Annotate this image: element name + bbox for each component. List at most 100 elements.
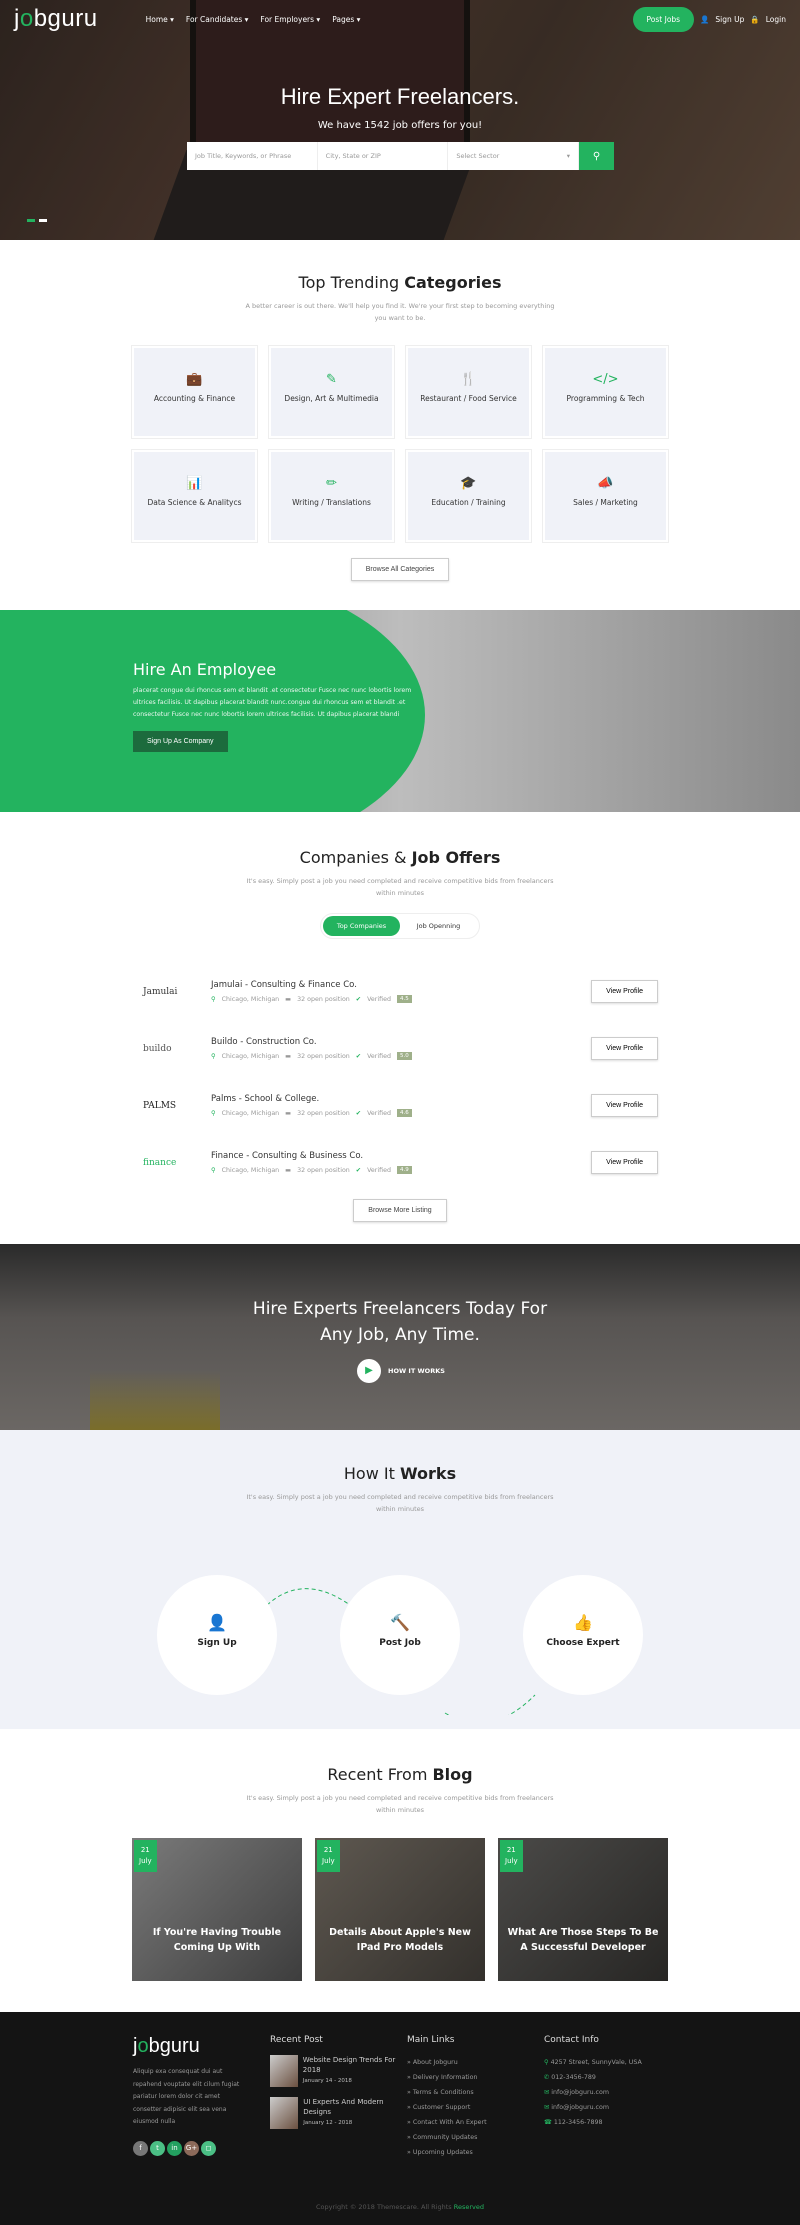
view-profile-button[interactable]: View Profile [591,1151,658,1174]
footer-link[interactable]: About Jobguru [407,2055,544,2070]
company-name[interactable]: Palms - School & College. [211,1094,591,1104]
footer-logo[interactable]: jobguru [133,2035,270,2058]
email[interactable]: ✉ info@jobguru.com [544,2085,672,2100]
check-icon: ✔ [355,1166,362,1174]
recent-post[interactable]: Website Design Trends For 2018 January 14… [270,2055,407,2087]
fax-icon: ☎ [544,2119,554,2126]
rating-badge: 4.5 [396,995,412,1003]
section-title: Companies & Job Offers [299,848,501,867]
recent-post[interactable]: UI Experts And Modern Designs January 12 … [270,2097,407,2129]
category-card[interactable]: 🎓 Education / Training [406,450,531,542]
company-logo[interactable]: buildo [143,1044,199,1054]
category-card[interactable]: ✎ Design, Art & Multimedia [269,346,394,438]
blog-card[interactable]: 21 July If You're Having Trouble Coming Up… [132,1838,302,1981]
blog-card[interactable]: 21 July Details About Apple's New IPad Pro… [315,1838,485,1981]
company-name[interactable]: Buildo - Construction Co. [211,1037,591,1047]
footer-link[interactable]: Community Updates [407,2130,544,2145]
location-input[interactable]: City, State or ZIP [318,142,449,170]
footer-heading: Main Links [407,2035,455,2045]
company-row: finance Finance - Consulting & Business C… [143,1134,658,1191]
pencil-icon: ✏ [326,476,337,491]
company-row: PALMS Palms - School & College. ⚲ Chicago, … [143,1077,658,1134]
twitter-icon[interactable]: t [150,2140,165,2156]
sign-up-link[interactable]: Sign Up [715,15,744,24]
footer-link[interactable]: Upcoming Updates [407,2145,544,2160]
footer-link[interactable]: Delivery Information [407,2070,544,2085]
facebook-icon[interactable]: f [133,2140,148,2156]
rating-badge: 5.0 [396,1052,412,1060]
map-marker-icon: ⚲ [544,2059,551,2066]
caret-down-icon: ▾ [566,152,571,160]
map-marker-icon: ⚲ [211,1109,216,1117]
social-links: f t in G+ ◻ [133,2140,270,2156]
browse-listing-button[interactable]: Browse More Listing [353,1199,447,1222]
category-card[interactable]: 📣 Sales / Marketing [543,450,668,542]
tab-job-openning[interactable]: Job Openning [400,916,477,936]
email[interactable]: ✉ info@jobguru.com [544,2100,672,2115]
category-card[interactable]: </> Programming & Tech [543,346,668,438]
google-plus-icon[interactable]: G+ [184,2140,199,2156]
search-icon: ⚲ [592,150,601,162]
nav-pages[interactable]: Pages [332,15,360,24]
footer-link[interactable]: Customer Support [407,2100,544,2115]
bar-chart-icon: 📊 [186,476,203,491]
category-card[interactable]: 💼 Accounting & Finance [132,346,257,438]
address: ⚲ 4257 Street, SunnyVale, USA [544,2059,642,2066]
browse-categories-button[interactable]: Browse All Categories [350,558,450,581]
lock-icon: 🔒 [750,14,760,24]
step-post-job: 🔨 Post Job [340,1575,460,1695]
blog-section: Recent From Blog It's easy. Simply post … [0,1729,800,2012]
main-menu: Home For Candidates For Employers Pages [146,15,361,24]
nav-home[interactable]: Home [146,15,174,24]
search-button[interactable]: ⚲ [579,142,615,170]
post-jobs-button[interactable]: Post Jobs [632,6,695,32]
companies-section: Companies & Job Offers It's easy. Simply… [0,812,800,1244]
phone: ✆ 012-3456-789 [544,2074,596,2081]
footer-about: Aliquip exa consequat dui aut repahend v… [133,2068,240,2125]
arrow-1 [261,1588,351,1611]
blog-card[interactable]: 21 July What Are Those Steps To Be A Succe… [498,1838,668,1981]
login-link[interactable]: Login [766,15,786,24]
how-it-works-link[interactable]: ▶ HOW IT WORKS [357,1359,445,1383]
sign-up-company-button[interactable]: Sign Up As Company [133,731,228,752]
blog-title[interactable]: What Are Those Steps To Be A Successful … [498,1925,668,1955]
sector-select[interactable]: Select Sector ▾ [448,142,580,170]
section-subtitle: It's easy. Simply post a job you need co… [246,1493,554,1513]
rating-badge: 4.9 [396,1166,412,1174]
copyright: Copyright © 2018 Themescare. All Rights … [316,2203,484,2211]
briefcase-icon: 💼 [186,372,203,387]
company-logo[interactable]: PALMS [143,1101,199,1111]
slider-dots[interactable] [27,219,47,222]
linkedin-icon[interactable]: in [167,2140,182,2156]
category-card[interactable]: ✏ Writing / Translations [269,450,394,542]
company-name[interactable]: Finance - Consulting & Business Co. [211,1151,591,1161]
company-logo[interactable]: Jamulai [143,987,199,997]
nav-candidates[interactable]: For Candidates [186,15,249,24]
footer-link[interactable]: Contact With An Expert [407,2115,544,2130]
hero-title: Hire Expert Freelancers. [280,84,520,109]
skype-icon[interactable]: ◻ [201,2140,216,2156]
view-profile-button[interactable]: View Profile [591,980,658,1003]
edit-icon: ✎ [326,372,337,387]
category-card[interactable]: 🍴 Restaurant / Food Service [406,346,531,438]
tab-top-companies[interactable]: Top Companies [323,916,400,936]
step-choose-expert: 👍 Choose Expert [523,1575,643,1695]
logo[interactable]: jobguru [14,5,98,33]
nav-employers[interactable]: For Employers [260,15,320,24]
date-badge: 21 July [317,1840,340,1872]
thumbs-up-icon: 👍 [573,1613,593,1632]
play-icon[interactable]: ▶ [357,1359,381,1383]
check-icon: ✔ [355,1052,362,1060]
keyword-input[interactable]: Job Title, Keywords, or Phrase [187,142,318,170]
view-profile-button[interactable]: View Profile [591,1037,658,1060]
blog-title[interactable]: If You're Having Trouble Coming Up With [132,1925,302,1955]
map-marker-icon: ⚲ [211,1052,216,1060]
section-subtitle: It's easy. Simply post a job you need co… [246,877,554,897]
hero: jobguru Home For Candidates For Employer… [0,0,800,240]
footer-link[interactable]: Terms & Conditions [407,2085,544,2100]
company-name[interactable]: Jamulai - Consulting & Finance Co. [211,980,591,990]
category-card[interactable]: 📊 Data Science & Analitycs [132,450,257,542]
blog-title[interactable]: Details About Apple's New IPad Pro Model… [315,1925,485,1955]
view-profile-button[interactable]: View Profile [591,1094,658,1117]
company-logo[interactable]: finance [143,1158,199,1168]
